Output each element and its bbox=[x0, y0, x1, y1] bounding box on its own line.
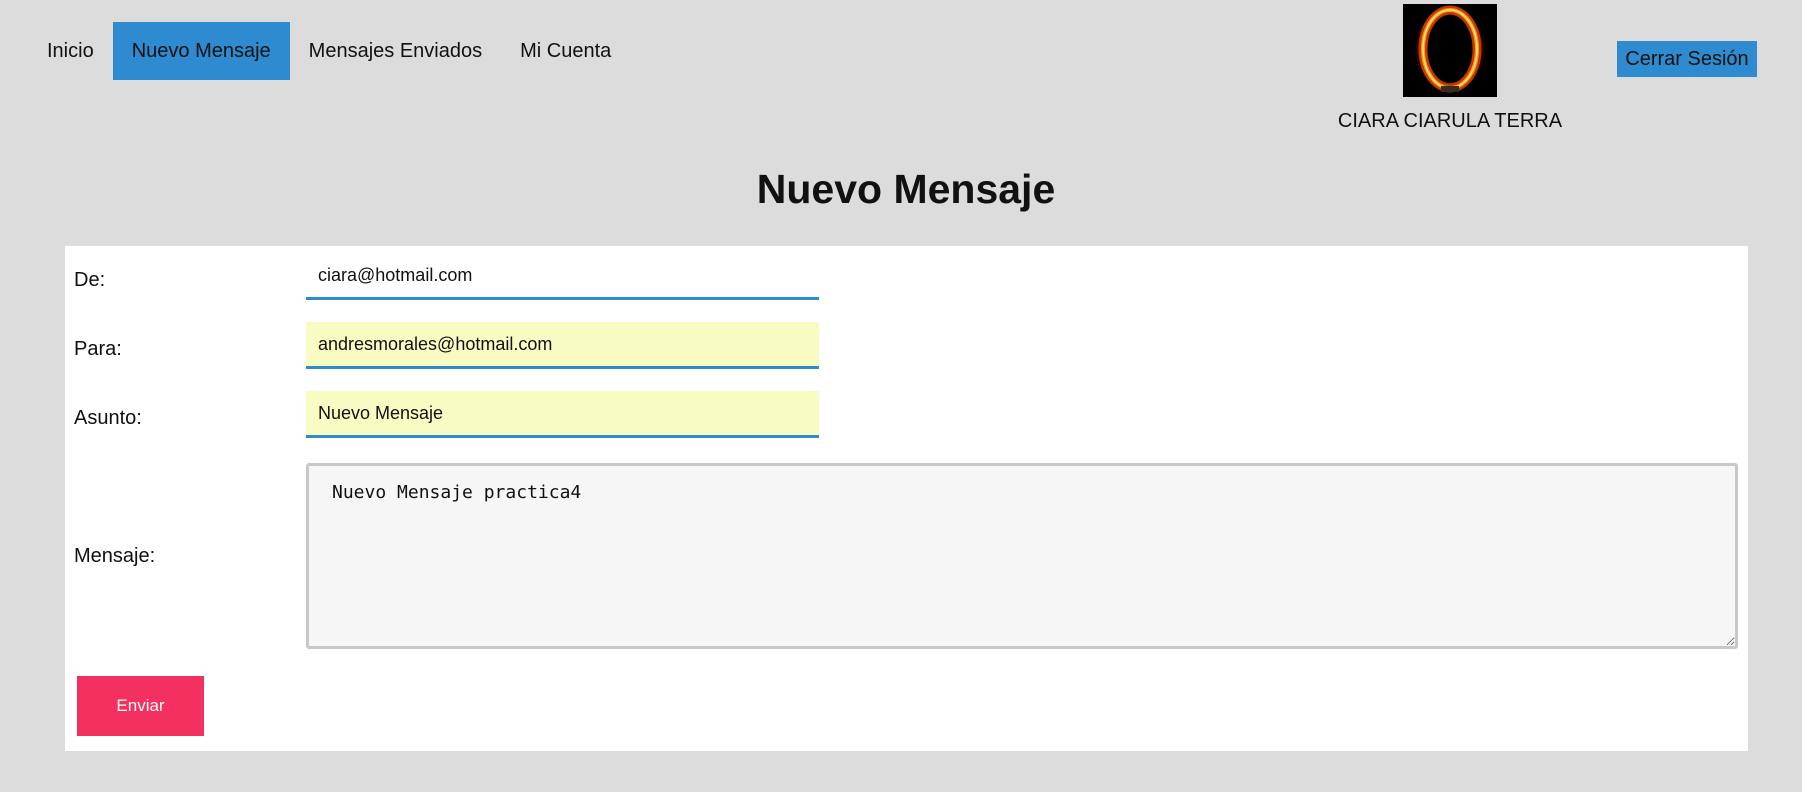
from-label: De: bbox=[74, 269, 106, 291]
nav-item-mi-cuenta[interactable]: Mi Cuenta bbox=[501, 22, 630, 80]
message-textarea[interactable]: Nuevo Mensaje practica4 bbox=[306, 463, 1738, 649]
profile-name: CIARA CIARULA TERRA bbox=[1337, 110, 1563, 132]
logout-button[interactable]: Cerrar Sesión bbox=[1617, 41, 1757, 77]
ring-of-fire-avatar-icon bbox=[1403, 4, 1497, 97]
nav-item-inicio[interactable]: Inicio bbox=[28, 22, 113, 80]
main-nav: Inicio Nuevo Mensaje Mensajes Enviados M… bbox=[28, 22, 630, 80]
to-label: Para: bbox=[74, 338, 122, 360]
page-title: Nuevo Mensaje bbox=[756, 166, 1056, 212]
subject-label: Asunto: bbox=[74, 407, 142, 429]
from-field[interactable] bbox=[306, 253, 819, 300]
subject-field[interactable] bbox=[306, 391, 819, 438]
send-button[interactable]: Enviar bbox=[77, 676, 204, 736]
nav-item-mensajes-enviados[interactable]: Mensajes Enviados bbox=[290, 22, 501, 80]
message-label: Mensaje: bbox=[74, 545, 156, 567]
to-field[interactable] bbox=[306, 322, 819, 369]
message-form: De: Para: Asunto: Mensaje: Nuevo Mensaje… bbox=[65, 246, 1748, 751]
avatar bbox=[1403, 4, 1497, 97]
nav-item-nuevo-mensaje[interactable]: Nuevo Mensaje bbox=[112, 22, 290, 80]
user-profile: CIARA CIARULA TERRA bbox=[1300, 4, 1600, 133]
